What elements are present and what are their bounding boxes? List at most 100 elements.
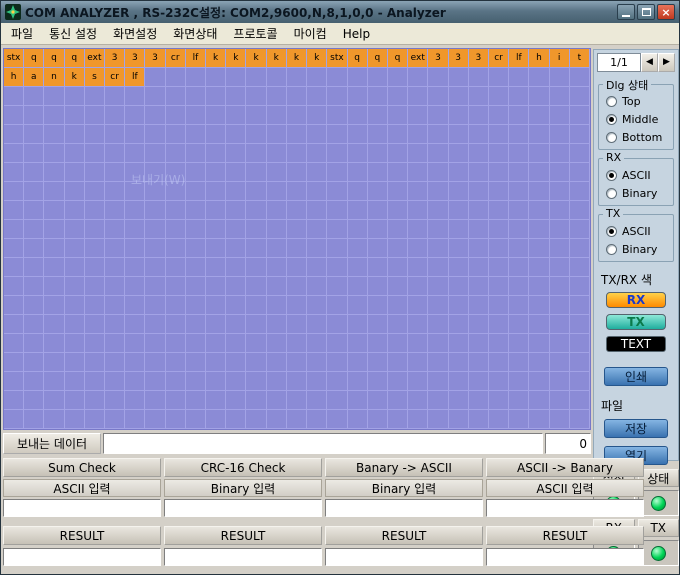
grid-cell <box>449 334 469 353</box>
grid-cell <box>550 258 570 277</box>
tool-input-field[interactable] <box>3 499 161 517</box>
grid-cell <box>287 391 307 410</box>
grid-cell <box>550 182 570 201</box>
grid-cell <box>509 182 529 201</box>
tool-result-field[interactable] <box>486 548 644 566</box>
grid-cell <box>368 144 388 163</box>
menu-help[interactable]: Help <box>335 24 378 44</box>
grid-cell <box>226 334 246 353</box>
tool-result-button[interactable]: RESULT <box>325 526 483 545</box>
menu-file[interactable]: 파일 <box>3 22 41 45</box>
grid-cell <box>469 163 489 182</box>
save-button[interactable]: 저장 <box>604 419 668 438</box>
send-data-button[interactable]: 보내는 데이터 <box>3 433 101 454</box>
tool-input-field[interactable] <box>486 499 644 517</box>
tx-color-button[interactable]: TX <box>606 314 666 330</box>
print-button[interactable]: 인쇄 <box>604 367 668 386</box>
grid-cell <box>166 220 186 239</box>
tool-result-field[interactable] <box>325 548 483 566</box>
grid-cell <box>65 106 85 125</box>
tool-result-button[interactable]: RESULT <box>3 526 161 545</box>
radio-ascii[interactable]: ASCII <box>602 166 670 184</box>
grid-cell: lf <box>509 49 529 68</box>
grid-cell: k <box>65 68 85 87</box>
grid-cell <box>428 87 448 106</box>
grid-cell <box>267 163 287 182</box>
page-next-button[interactable]: ▶ <box>658 53 675 72</box>
grid-cell <box>226 239 246 258</box>
grid-cell <box>166 410 186 429</box>
grid-cell <box>307 239 327 258</box>
radio-binary[interactable]: Binary <box>602 240 670 258</box>
grid-cell <box>145 258 165 277</box>
grid-cell <box>428 277 448 296</box>
menu-screen-state[interactable]: 화면상태 <box>165 22 225 45</box>
radio-binary[interactable]: Binary <box>602 184 670 202</box>
grid-cell <box>125 410 145 429</box>
grid-cell <box>348 182 368 201</box>
grid-cell <box>145 334 165 353</box>
grid-cell <box>65 144 85 163</box>
send-data-input[interactable] <box>103 433 543 454</box>
tool-input-label: Binary 입력 <box>164 479 322 497</box>
tool-header-button[interactable]: Banary -> ASCII <box>325 458 483 477</box>
radio-bottom[interactable]: Bottom <box>602 128 670 146</box>
menu-screen-settings[interactable]: 화면설정 <box>105 22 165 45</box>
tool-result-field[interactable] <box>3 548 161 566</box>
grid-cell <box>44 163 64 182</box>
grid-cell <box>388 334 408 353</box>
tool-header-button[interactable]: Sum Check <box>3 458 161 477</box>
grid-cell <box>428 125 448 144</box>
maximize-icon <box>642 8 651 16</box>
grid-cell <box>449 87 469 106</box>
grid-cell <box>85 144 105 163</box>
grid-cell <box>105 334 125 353</box>
grid-cell <box>509 239 529 258</box>
grid-cell <box>145 296 165 315</box>
radio-ascii[interactable]: ASCII <box>602 222 670 240</box>
txrx-color-label: TX/RX 색 <box>601 271 674 288</box>
grid-cell <box>186 106 206 125</box>
tool-input-field[interactable] <box>325 499 483 517</box>
grid-cell <box>246 277 266 296</box>
menu-comm-settings[interactable]: 통신 설정 <box>41 22 105 45</box>
data-grid[interactable]: stxqqqext333crlfkkkkkkstxqqqext333crlfhi… <box>3 48 591 430</box>
grid-cell <box>226 163 246 182</box>
tool-header-button[interactable]: ASCII -> Banary <box>486 458 644 477</box>
menu-micom[interactable]: 마이컴 <box>286 22 335 45</box>
grid-cell <box>327 372 347 391</box>
grid-cell <box>206 220 226 239</box>
grid-cell <box>246 334 266 353</box>
grid-cell <box>489 125 509 144</box>
grid-cell <box>348 353 368 372</box>
grid-cell <box>449 144 469 163</box>
tool-input-field[interactable] <box>164 499 322 517</box>
radio-middle[interactable]: Middle <box>602 110 670 128</box>
grid-cell <box>267 296 287 315</box>
tool-result-button[interactable]: RESULT <box>486 526 644 545</box>
text-color-button[interactable]: TEXT <box>606 336 666 352</box>
minimize-button[interactable] <box>617 4 635 20</box>
tool-header-button[interactable]: CRC-16 Check <box>164 458 322 477</box>
tool-result-button[interactable]: RESULT <box>164 526 322 545</box>
grid-cell <box>388 353 408 372</box>
rx-color-button[interactable]: RX <box>606 292 666 308</box>
grid-cell <box>368 163 388 182</box>
tool-result-field[interactable] <box>164 548 322 566</box>
grid-cell <box>327 315 347 334</box>
grid-cell <box>489 410 509 429</box>
grid-cell <box>327 353 347 372</box>
page-prev-button[interactable]: ◀ <box>641 53 658 72</box>
send-count-field[interactable] <box>545 433 591 454</box>
menu-protocol[interactable]: 프로토콜 <box>225 22 285 45</box>
grid-cell <box>449 391 469 410</box>
grid-cell <box>509 334 529 353</box>
grid-cell <box>166 182 186 201</box>
radio-top[interactable]: Top <box>602 92 670 110</box>
grid-cell <box>166 391 186 410</box>
grid-cell <box>246 410 266 429</box>
grid-cell <box>489 277 509 296</box>
maximize-button[interactable] <box>637 4 655 20</box>
close-button[interactable]: × <box>657 4 675 20</box>
grid-cell <box>226 220 246 239</box>
